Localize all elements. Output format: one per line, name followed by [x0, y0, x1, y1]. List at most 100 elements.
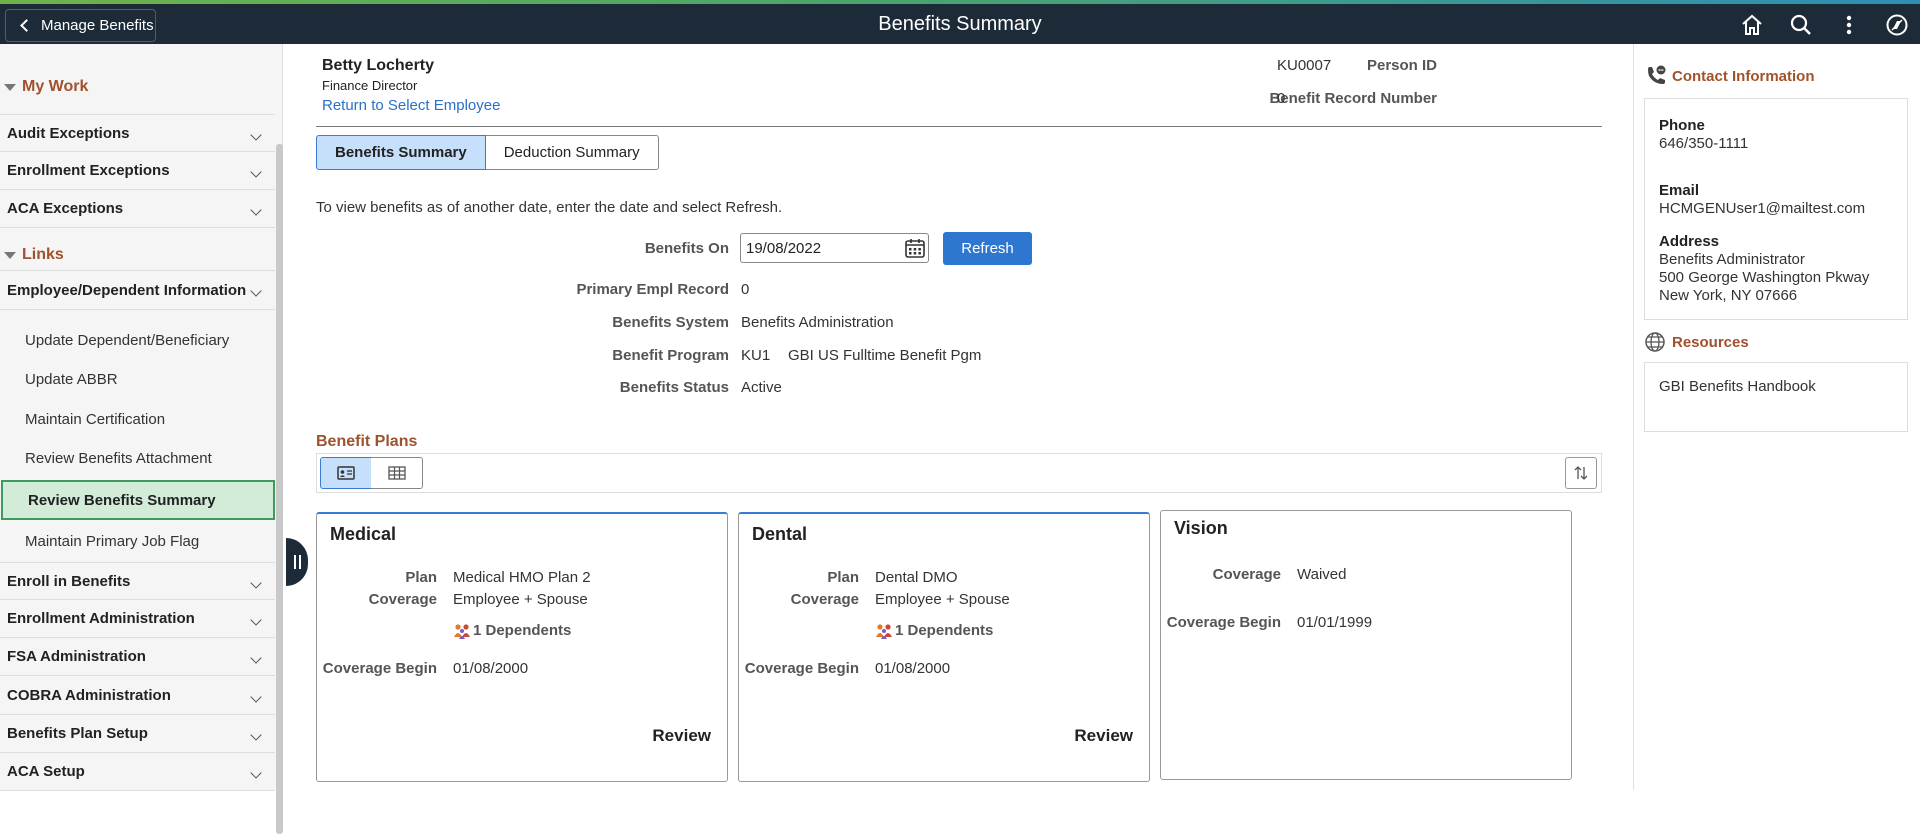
app-header: Manage Benefits Benefits Summary — [0, 4, 1920, 44]
nav-group-enroll-in-benefits[interactable]: Enroll in Benefits — [0, 562, 275, 600]
plan-card-medical[interactable]: Medical Plan Medical HMO Plan 2 Coverage… — [316, 512, 728, 782]
coverage-begin-value: 01/08/2000 — [875, 660, 951, 677]
page-title: Benefits Summary — [878, 13, 1042, 35]
address-label: Address — [1659, 233, 1720, 250]
nav-group-fsa-administration[interactable]: FSA Administration — [0, 638, 275, 676]
nav-group-audit-exceptions[interactable]: Audit Exceptions — [0, 114, 275, 152]
nav-group-aca-setup[interactable]: ACA Setup — [0, 753, 275, 791]
collapse-triangle-icon — [4, 251, 16, 259]
header-divider — [316, 126, 1602, 127]
employee-name: Betty Locherty — [322, 57, 435, 74]
coverage-label: Coverage — [790, 591, 859, 608]
coverage-value: Waived — [1297, 566, 1347, 583]
refresh-instruction: To view benefits as of another date, ent… — [316, 199, 783, 216]
benefit-record-value: 0 — [1277, 90, 1286, 107]
phone-value: 646/350-1111 — [1659, 135, 1749, 152]
nav-group-label: ACA Exceptions — [7, 200, 124, 217]
calendar-icon[interactable] — [904, 237, 926, 259]
benefits-system-label: Benefits System — [612, 314, 729, 331]
primary-empl-record-label: Primary Empl Record — [576, 281, 729, 298]
left-nav-scrollbar[interactable] — [276, 144, 283, 834]
nav-group-cobra-administration[interactable]: COBRA Administration — [0, 677, 275, 715]
home-icon[interactable] — [1737, 10, 1767, 40]
benefits-on-date-input[interactable] — [740, 233, 929, 263]
back-button-label: Manage Benefits — [41, 17, 154, 34]
benefit-plans-title: Benefit Plans — [316, 433, 418, 450]
coverage-begin-value: 01/01/1999 — [1297, 614, 1373, 631]
nav-link-update-dependent-beneficiary[interactable]: Update Dependent/Beneficiary — [0, 320, 275, 360]
sort-button[interactable] — [1565, 457, 1597, 489]
plan-card-dental[interactable]: Dental Plan Dental DMO Coverage Employee… — [738, 512, 1150, 782]
benefit-program-label: Benefit Program — [612, 347, 729, 364]
manage-benefits-back-button[interactable]: Manage Benefits — [5, 9, 156, 42]
nav-link-review-benefits-summary[interactable]: Review Benefits Summary — [1, 480, 275, 520]
address-line: New York, NY 07666 — [1659, 287, 1798, 304]
nav-group-enrollment-exceptions[interactable]: Enrollment Exceptions — [0, 152, 275, 190]
benefit-record-label: Benefit Record Number — [1269, 90, 1437, 107]
nav-link-update-abbr[interactable]: Update ABBR — [0, 359, 275, 399]
plans-view-toolbar — [316, 453, 1602, 493]
tab-deduction-summary[interactable]: Deduction Summary — [485, 135, 659, 170]
chevron-down-icon — [250, 285, 262, 297]
tab-benefits-summary[interactable]: Benefits Summary — [316, 135, 486, 170]
compass-icon[interactable] — [1882, 10, 1912, 40]
card-view-icon — [337, 466, 355, 480]
coverage-begin-label: Coverage Begin — [1166, 614, 1281, 631]
my-work-label: My Work — [22, 78, 89, 95]
resources-box: GBI Benefits Handbook — [1644, 362, 1908, 432]
coverage-label: Coverage — [368, 591, 437, 608]
chevron-down-icon — [250, 204, 262, 216]
nav-group-employee-dependent-information[interactable]: Employee/Dependent Information — [0, 270, 275, 310]
contact-info-title: Contact Information — [1672, 67, 1815, 85]
employee-title: Finance Director — [322, 78, 418, 93]
nav-group-label: ACA Setup — [7, 763, 85, 780]
nav-link-maintain-primary-job-flag[interactable]: Maintain Primary Job Flag — [0, 521, 275, 561]
resources-header: Resources — [1644, 331, 1749, 353]
people-icon — [876, 623, 892, 639]
chevron-down-icon — [250, 652, 262, 664]
nav-group-aca-exceptions[interactable]: ACA Exceptions — [0, 190, 275, 228]
review-button[interactable]: Review — [1074, 726, 1133, 746]
left-navigation: My Work Audit Exceptions Enrollment Exce… — [0, 44, 283, 834]
more-vertical-icon[interactable] — [1834, 10, 1864, 40]
dependents-count[interactable]: 1 Dependents — [453, 622, 571, 639]
search-icon[interactable] — [1786, 10, 1816, 40]
nav-link-review-benefits-attachment[interactable]: Review Benefits Attachment — [0, 438, 275, 478]
nav-group-enrollment-administration[interactable]: Enrollment Administration — [0, 600, 275, 638]
phone-icon — [1648, 65, 1666, 84]
nav-link-maintain-certification[interactable]: Maintain Certification — [0, 399, 275, 439]
main-content: Betty Locherty Finance Director Return t… — [289, 44, 1919, 790]
review-button[interactable]: Review — [652, 726, 711, 746]
grid-view-icon — [387, 466, 406, 480]
plan-card-vision[interactable]: Vision Coverage Waived Coverage Begin 01… — [1160, 510, 1572, 780]
benefits-status-value: Active — [741, 379, 782, 396]
chevron-down-icon — [250, 729, 262, 741]
benefit-program-code: KU1 — [741, 347, 771, 364]
nav-group-label: Enrollment Exceptions — [7, 162, 170, 179]
nav-group-label: FSA Administration — [7, 648, 146, 665]
nav-group-benefits-plan-setup[interactable]: Benefits Plan Setup — [0, 715, 275, 753]
chevron-down-icon — [250, 129, 262, 141]
address-line: Benefits Administrator — [1659, 251, 1805, 268]
address-line: 500 George Washington Pkway — [1659, 269, 1870, 286]
dependents-count[interactable]: 1 Dependents — [875, 622, 993, 639]
card-view-button[interactable] — [320, 457, 372, 489]
grid-view-button[interactable] — [371, 457, 423, 489]
benefit-program-value: GBI US Fulltime Benefit Pgm — [788, 347, 982, 364]
sort-icon — [1574, 466, 1588, 480]
email-link[interactable]: HCMGENUser1@mailtest.com — [1659, 200, 1865, 217]
contact-info-header: Contact Information — [1644, 64, 1815, 88]
benefits-handbook-link[interactable]: GBI Benefits Handbook — [1659, 378, 1816, 395]
person-id-value: KU0007 — [1277, 57, 1332, 74]
refresh-button[interactable]: Refresh — [943, 232, 1032, 265]
chevron-down-icon — [250, 166, 262, 178]
phone-label: Phone — [1659, 117, 1705, 134]
links-section-header[interactable]: Links — [0, 246, 64, 264]
my-work-section-header[interactable]: My Work — [0, 78, 88, 96]
summary-tabs: Benefits Summary Deduction Summary — [316, 135, 659, 170]
related-info-panel: Contact Information Phone 646/350-1111 E… — [1633, 44, 1920, 790]
primary-empl-record-value: 0 — [741, 281, 750, 298]
contact-info-box: Phone 646/350-1111 Email HCMGENUser1@mai… — [1644, 98, 1908, 320]
nav-group-label: Audit Exceptions — [7, 124, 130, 142]
return-to-select-employee-link[interactable]: Return to Select Employee — [322, 97, 500, 114]
